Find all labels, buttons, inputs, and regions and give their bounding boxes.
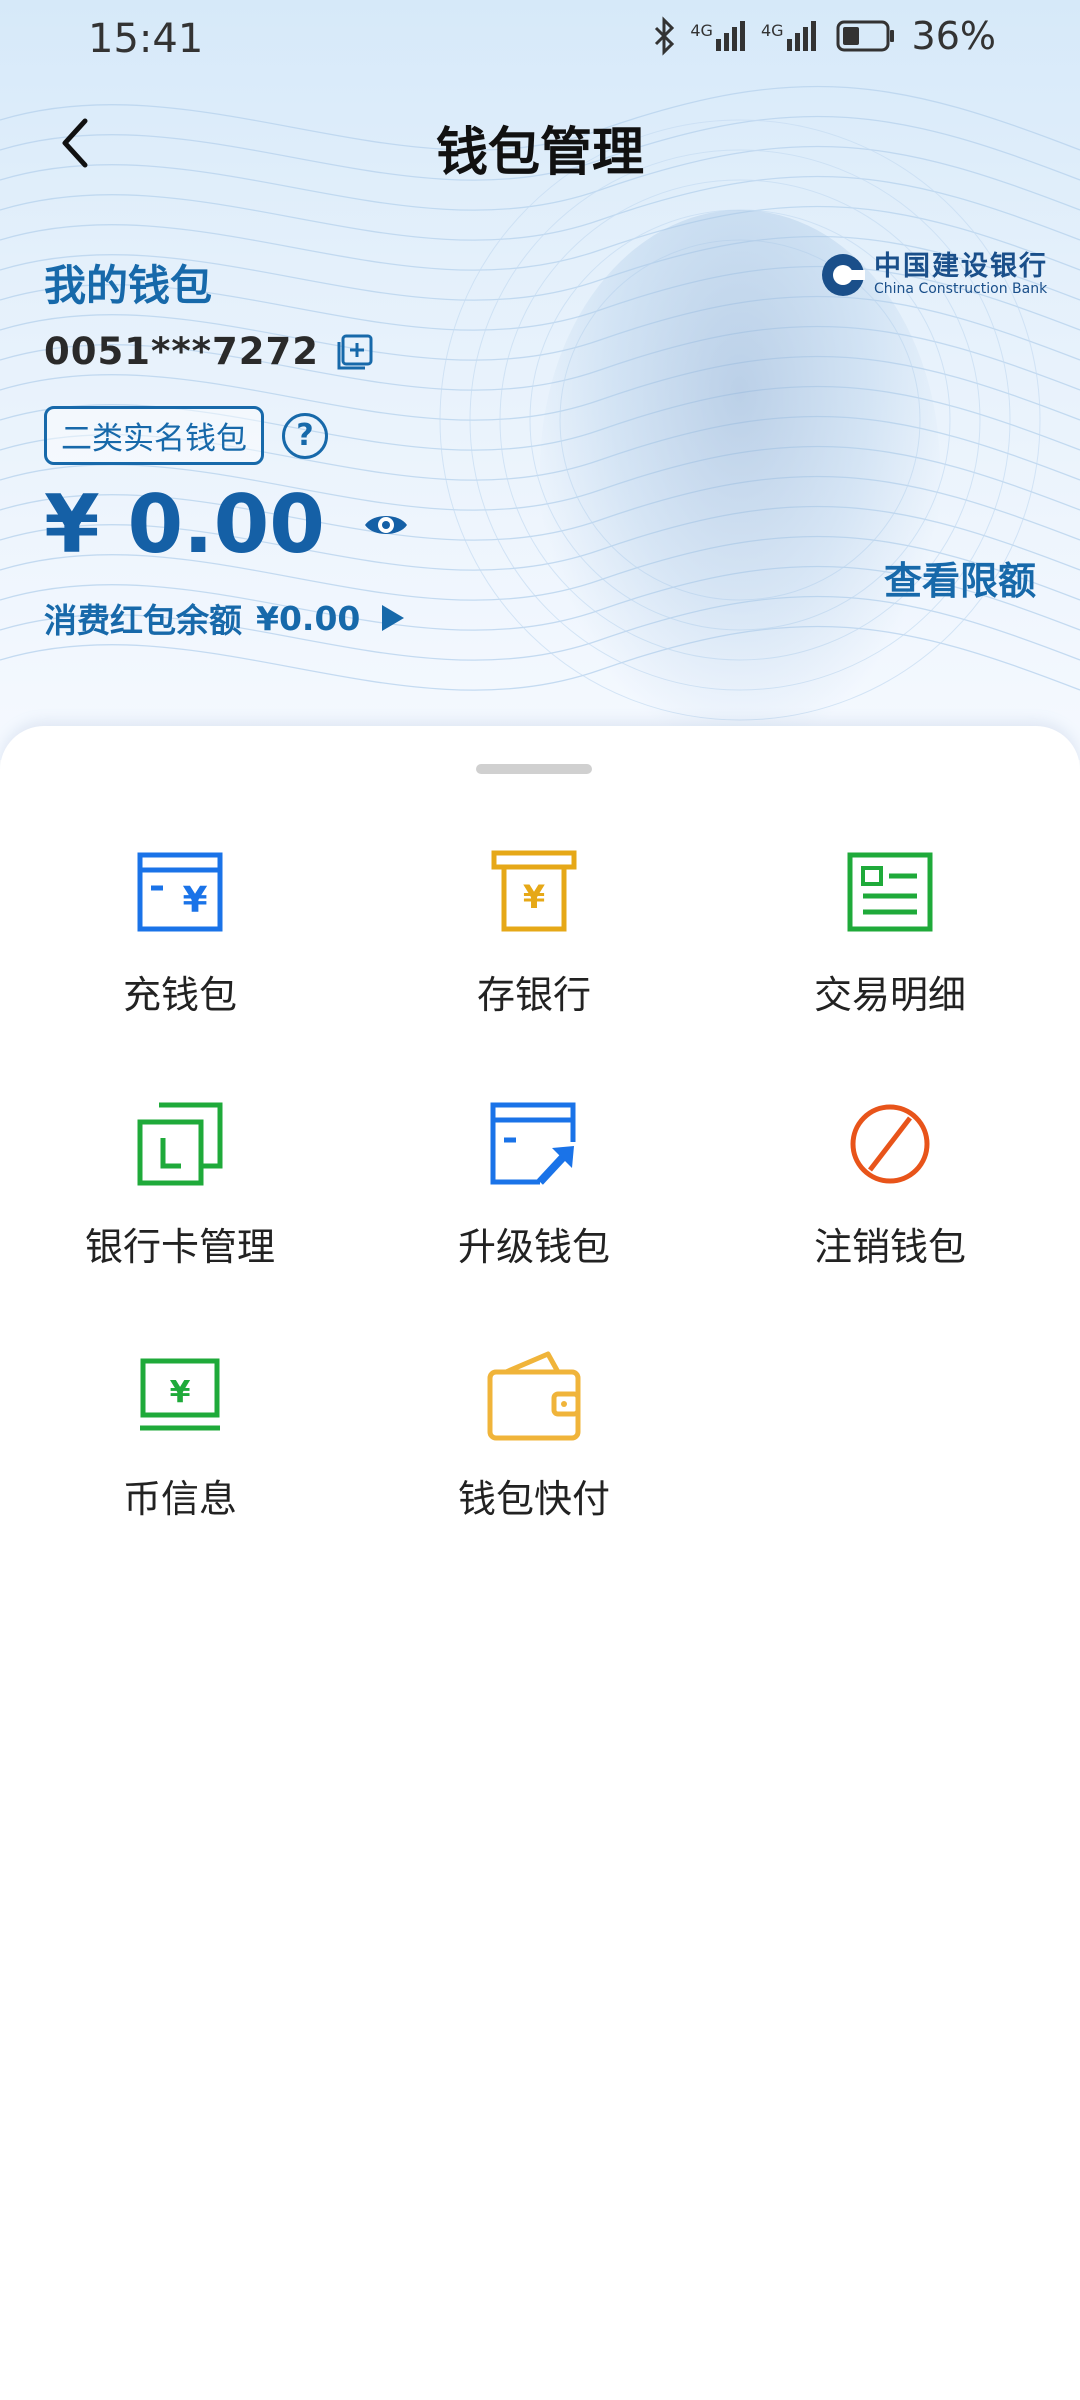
wallet-topup-icon: ¥ xyxy=(132,844,228,940)
coupon-balance-row[interactable]: 消费红包余额 ¥0.00 xyxy=(44,594,405,642)
bluetooth-icon xyxy=(655,16,675,56)
status-bar: 15:41 4G 4G 36% xyxy=(0,0,1080,80)
function-sheet: ¥ 充钱包 ¥ 存银行 交易明细 银行卡管理 升级钱包 注销钱包 ¥ 币信息 钱… xyxy=(0,726,1080,2400)
bank-deposit-icon: ¥ xyxy=(486,844,582,940)
signal-icon: 4G xyxy=(761,21,816,51)
wallet-level-tag: 二类实名钱包 xyxy=(44,406,264,465)
menu-label: 交易明细 xyxy=(813,973,966,1017)
play-arrow-icon xyxy=(382,605,405,631)
page-title: 钱包管理 xyxy=(435,123,644,183)
coupon-balance-label: 消费红包余额 xyxy=(44,601,242,640)
menu-label: 银行卡管理 xyxy=(84,1225,275,1269)
wallet-number: 0051***7272 xyxy=(44,330,320,373)
svg-text:¥: ¥ xyxy=(170,1375,191,1410)
svg-text:¥: ¥ xyxy=(182,880,207,921)
sheet-handle[interactable] xyxy=(476,764,592,774)
menu-label: 升级钱包 xyxy=(457,1225,610,1269)
transaction-list-icon xyxy=(842,844,938,940)
network-type-label: 4G xyxy=(690,21,713,40)
battery-icon xyxy=(836,20,894,52)
svg-text:¥: ¥ xyxy=(523,878,545,916)
balance-row: ¥ 0.00 xyxy=(44,478,409,571)
menu-item-transactions[interactable]: 交易明细 xyxy=(710,844,1070,1044)
bank-card-manage-icon xyxy=(132,1096,228,1192)
signal-icon: 4G xyxy=(690,21,745,51)
help-icon[interactable]: ? xyxy=(282,412,328,459)
wallet-number-row: 0051***7272 xyxy=(44,330,375,373)
network-type-label: 4G xyxy=(760,21,784,40)
battery-percent: 36% xyxy=(911,14,996,58)
menu-label: 充钱包 xyxy=(122,973,237,1017)
wallet-quickpay-icon xyxy=(486,1348,582,1444)
menu-item-bank-card[interactable]: 银行卡管理 xyxy=(0,1096,360,1296)
wallet-balance: ¥ 0.00 xyxy=(44,478,325,571)
status-icons: 4G 4G 36% xyxy=(650,14,996,58)
bank-name-en: China Construction Bank xyxy=(874,281,1048,297)
currency-info-icon: ¥ xyxy=(132,1348,228,1444)
menu-item-upgrade[interactable]: 升级钱包 xyxy=(354,1096,714,1296)
bank-logo: 中国建设银行 China Construction Bank xyxy=(820,252,1048,298)
menu-label: 钱包快付 xyxy=(457,1477,610,1521)
view-limit-link[interactable]: 查看限额 xyxy=(884,550,1036,605)
wallet-title: 我的钱包 xyxy=(44,261,213,310)
menu-item-quickpay[interactable]: 钱包快付 xyxy=(354,1348,714,1548)
menu-label: 币信息 xyxy=(122,1477,237,1521)
menu-item-deposit[interactable]: ¥ 存银行 xyxy=(354,844,714,1044)
menu-label: 存银行 xyxy=(476,973,591,1017)
status-time: 15:41 xyxy=(88,16,204,62)
copy-icon[interactable] xyxy=(335,332,375,372)
menu-item-cancel[interactable]: 注销钱包 xyxy=(710,1096,1070,1296)
bank-name-cn: 中国建设银行 xyxy=(874,251,1048,282)
cancel-wallet-icon xyxy=(842,1096,938,1192)
coupon-balance-value: ¥0.00 xyxy=(256,598,361,638)
ccb-logo-icon xyxy=(822,254,865,296)
menu-item-topup[interactable]: ¥ 充钱包 xyxy=(0,844,360,1044)
eye-icon[interactable] xyxy=(363,509,409,541)
wallet-tag-row: 二类实名钱包 ? xyxy=(44,406,328,465)
menu-label: 注销钱包 xyxy=(813,1225,966,1269)
upgrade-wallet-icon xyxy=(486,1096,582,1192)
menu-item-currency-info[interactable]: ¥ 币信息 xyxy=(0,1348,360,1548)
